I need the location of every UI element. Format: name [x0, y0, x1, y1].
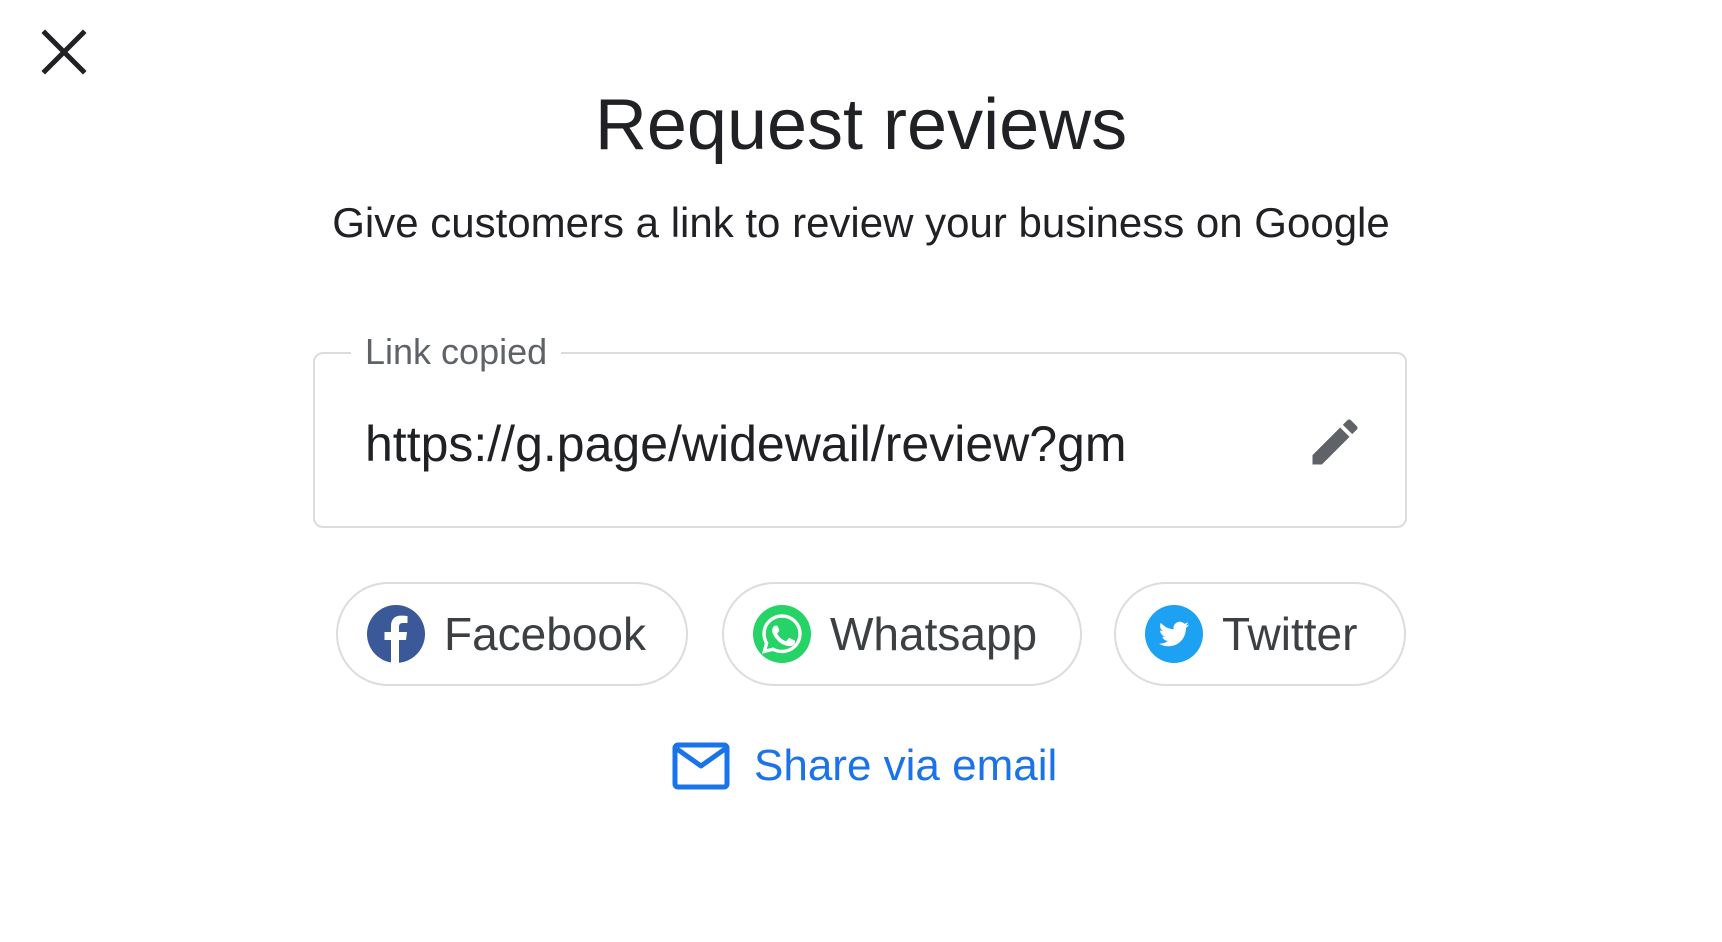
- pencil-icon: [1312, 419, 1358, 465]
- mail-icon: [672, 742, 730, 790]
- share-facebook-label: Facebook: [444, 608, 647, 660]
- review-link-field[interactable]: Link copied https://g.page/widewail/revi…: [313, 326, 1407, 528]
- review-link-input[interactable]: https://g.page/widewail/review?gm: [365, 414, 1245, 474]
- share-twitter-label: Twitter: [1222, 608, 1358, 660]
- share-facebook-button[interactable]: Facebook: [336, 582, 688, 686]
- close-icon: [41, 29, 87, 75]
- edit-link-button[interactable]: [1303, 410, 1367, 474]
- dialog-subtitle: Give customers a link to review your bus…: [332, 199, 1390, 246]
- share-whatsapp-button[interactable]: Whatsapp: [722, 582, 1082, 686]
- share-whatsapp-label: Whatsapp: [830, 608, 1038, 660]
- close-button[interactable]: [36, 24, 92, 80]
- share-twitter-button[interactable]: Twitter: [1114, 582, 1406, 686]
- facebook-icon: [367, 605, 425, 663]
- dialog-title: Request reviews: [594, 85, 1128, 165]
- share-via-email-label: Share via email: [754, 741, 1058, 790]
- request-reviews-dialog: Request reviews Give customers a link to…: [0, 0, 1722, 942]
- twitter-icon: [1145, 605, 1203, 663]
- whatsapp-icon: [753, 605, 811, 663]
- link-field-label: Link copied: [351, 326, 562, 378]
- share-via-email-link[interactable]: Share via email: [672, 736, 1057, 796]
